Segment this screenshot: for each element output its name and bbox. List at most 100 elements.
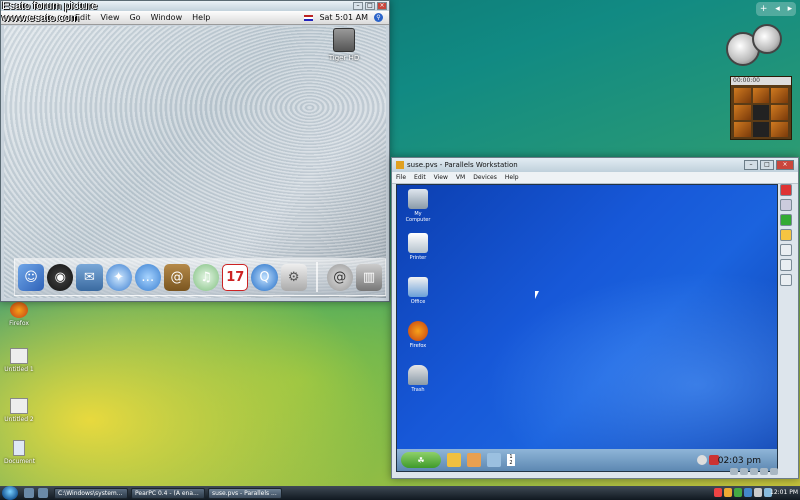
menu-vm[interactable]: VM [456, 174, 465, 181]
minimize-button[interactable]: – [353, 2, 363, 10]
desktop-icon-file1[interactable]: Untitled 1 [4, 348, 34, 373]
taskbar-button-pearpc[interactable]: PearPC 0.4 - (A ena... [131, 487, 205, 499]
device-network-icon[interactable] [750, 468, 758, 475]
workspace-pager[interactable]: 1 2 [507, 454, 515, 466]
maximize-button[interactable]: □ [760, 160, 774, 170]
show-desktop-icon[interactable] [24, 488, 34, 498]
tray-icon[interactable] [697, 455, 707, 465]
guest-icon-firefox[interactable]: Firefox [403, 321, 433, 349]
puzzle-tile[interactable] [771, 105, 788, 120]
puzzle-tile[interactable] [734, 88, 751, 103]
minimize-button[interactable]: – [744, 160, 758, 170]
ichat-icon[interactable]: … [134, 263, 161, 291]
sidebar-gadget-controls[interactable]: + ◂ ▸ [756, 2, 796, 16]
desktop-icon-label: Firefox [9, 320, 29, 327]
close-button[interactable]: × [776, 160, 794, 170]
device-cd-icon[interactable] [730, 468, 738, 475]
device-sound-icon[interactable] [770, 468, 778, 475]
menu-devices[interactable]: Devices [473, 174, 497, 181]
pearpc-window[interactable]: – □ × Edit View Go Window Help Sat 5:01 … [0, 0, 390, 302]
volume-icon[interactable] [754, 488, 762, 497]
photo-puzzle-gadget[interactable]: 00:00:00 [730, 76, 792, 140]
url-icon[interactable]: @ [326, 263, 353, 291]
finder-icon[interactable]: ☺ [18, 263, 45, 291]
system-preferences-icon[interactable]: ⚙ [280, 263, 307, 291]
system-tray [714, 488, 772, 497]
guest-icon-printer[interactable]: Printer [403, 233, 433, 261]
menu-help[interactable]: Help [505, 174, 519, 181]
parallels-titlebar[interactable]: suse.pvs - Parallels Workstation – □ × [392, 158, 798, 172]
puzzle-tile[interactable] [752, 122, 770, 137]
trash-icon[interactable]: ▥ [355, 263, 383, 291]
network-icon[interactable] [487, 453, 501, 467]
desktop-icon-file2[interactable]: Untitled 2 [4, 398, 34, 423]
taskbar-button-parallels[interactable]: suse.pvs - Parallels ... [208, 487, 282, 499]
quicktime-icon[interactable]: Q [251, 263, 278, 291]
pause-vm-button[interactable] [780, 199, 792, 211]
menu-edit[interactable]: Edit [414, 174, 426, 181]
mouse-cursor-icon [535, 291, 539, 299]
puzzle-tile[interactable] [734, 122, 751, 137]
guest-icon-office[interactable]: Office [403, 277, 433, 305]
ical-icon[interactable]: 17 [222, 263, 249, 291]
maximize-button[interactable]: □ [365, 2, 375, 10]
itunes-icon[interactable]: ♫ [193, 263, 220, 291]
menu-window[interactable]: Window [151, 13, 183, 22]
menu-file[interactable]: File [396, 174, 406, 181]
puzzle-tile[interactable] [771, 122, 788, 137]
settings-button[interactable] [780, 274, 792, 286]
puzzle-tile[interactable] [752, 88, 770, 103]
dashboard-icon[interactable]: ◉ [47, 263, 74, 291]
start-button[interactable] [2, 486, 18, 500]
tools-icon[interactable] [447, 453, 461, 467]
trash-icon [408, 365, 428, 385]
tray-icon[interactable] [744, 488, 752, 497]
guest-icon-label: My Computer [405, 211, 431, 223]
stop-vm-button[interactable] [780, 184, 792, 196]
safari-icon[interactable]: ✦ [105, 263, 132, 291]
address-book-icon[interactable]: @ [163, 263, 191, 291]
spotlight-icon[interactable]: ⚲ [374, 13, 383, 22]
vm-screen[interactable]: My Computer Printer Office Firefox Trash… [396, 184, 778, 472]
puzzle-tile[interactable] [734, 105, 751, 120]
snapshot-button[interactable] [780, 259, 792, 271]
device-usb-icon[interactable] [760, 468, 768, 475]
start-vm-button[interactable] [780, 214, 792, 226]
menu-view[interactable]: View [434, 174, 448, 181]
close-button[interactable]: × [377, 2, 387, 10]
hard-drive[interactable]: Tiger HD [326, 28, 362, 62]
hard-drive-icon [333, 28, 355, 52]
guest-icon-my-computer[interactable]: My Computer [403, 189, 433, 223]
home-icon[interactable] [467, 453, 481, 467]
cpu-meter-gadget[interactable] [726, 24, 790, 70]
taskbar-clock[interactable]: 12:01 PM [770, 489, 798, 496]
guest-icon-label: Printer [409, 255, 427, 261]
tray-icon[interactable] [724, 488, 732, 497]
puzzle-tile[interactable] [752, 105, 770, 120]
tray-icon[interactable] [714, 488, 722, 497]
flag-icon[interactable] [304, 14, 314, 21]
taskbar-button-cmd[interactable]: C:\Windows\system... [54, 487, 128, 499]
watermark: Esato forum picture www.esato.com [2, 0, 97, 24]
mail-icon[interactable]: ✉ [76, 263, 103, 291]
guest-clock[interactable]: 02:03 pm [718, 456, 761, 466]
device-floppy-icon[interactable] [740, 468, 748, 475]
menu-go[interactable]: Go [129, 13, 140, 22]
desktop-icon-doc[interactable]: Document [4, 440, 35, 465]
workspace-2[interactable]: 2 [507, 460, 515, 466]
mac-clock[interactable]: Sat 5:01 AM [319, 13, 368, 22]
menu-help[interactable]: Help [192, 13, 210, 22]
fullscreen-button[interactable] [780, 244, 792, 256]
tray-icon[interactable] [734, 488, 742, 497]
reset-vm-button[interactable] [780, 229, 792, 241]
menu-view[interactable]: View [101, 13, 120, 22]
dock-separator [315, 262, 318, 292]
guest-icon-trash[interactable]: Trash [403, 365, 433, 393]
switch-windows-icon[interactable] [38, 488, 48, 498]
guest-icon-label: Trash [411, 387, 425, 393]
puzzle-tile[interactable] [771, 88, 788, 103]
mac-desktop: Tiger HD ☺ ◉ ✉ ✦ … @ ♫ 17 Q ⚙ @ ▥ [4, 26, 386, 298]
suse-start-button[interactable]: ☘ [401, 452, 441, 468]
parallels-window[interactable]: suse.pvs - Parallels Workstation – □ × F… [391, 157, 799, 479]
desktop-icon-firefox[interactable]: Firefox [4, 302, 34, 327]
